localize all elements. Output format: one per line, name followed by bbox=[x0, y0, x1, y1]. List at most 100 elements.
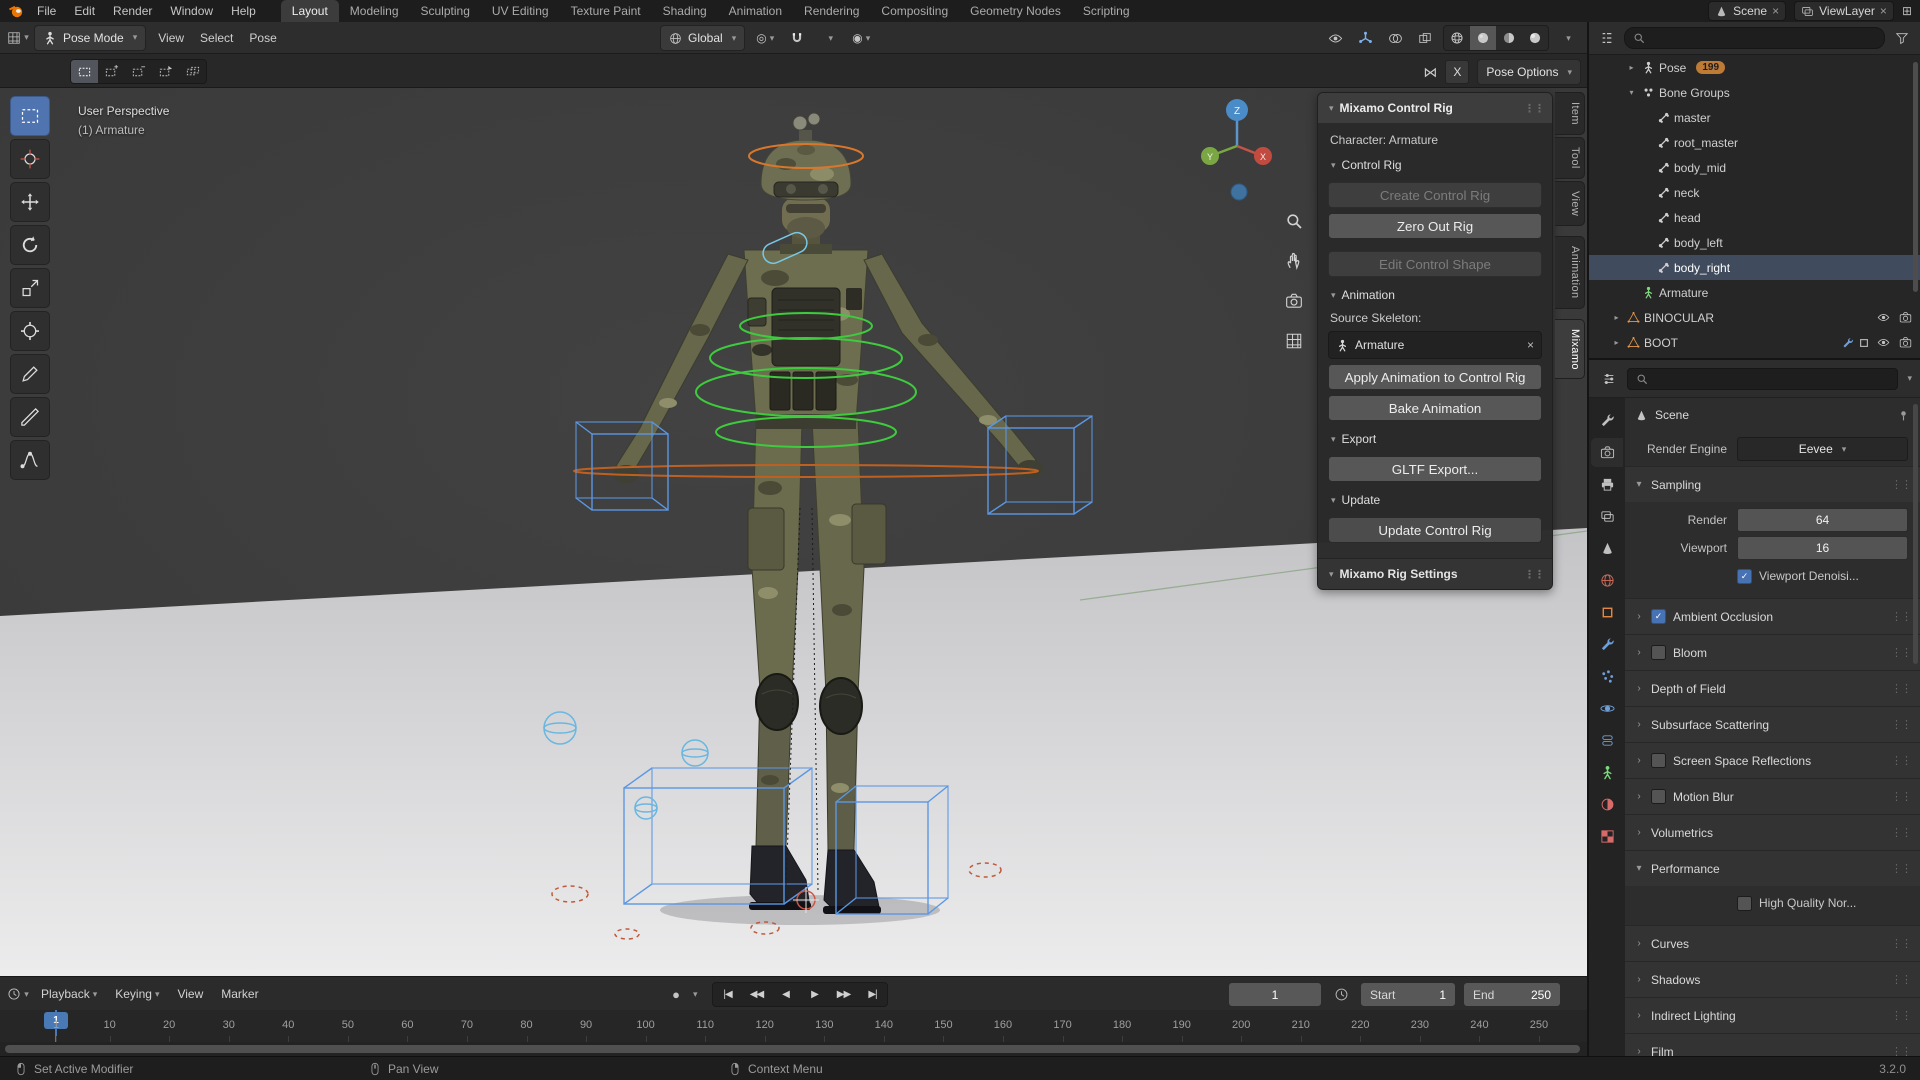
visibility-dropdown[interactable] bbox=[1323, 26, 1347, 50]
viewport-samples-field[interactable]: 16 bbox=[1737, 536, 1908, 560]
viewport-camera-button[interactable] bbox=[1279, 286, 1309, 316]
scene-unlink-button[interactable]: × bbox=[1772, 4, 1779, 18]
viewport-menu-pose[interactable]: Pose bbox=[241, 31, 284, 45]
eye-toggle[interactable] bbox=[1874, 309, 1892, 327]
control-rig-section-header[interactable]: ▾Control Rig bbox=[1328, 153, 1542, 177]
3d-viewport[interactable]: Z X Y User Perspective (1) Armature ▾ Mi… bbox=[0, 88, 1587, 976]
play-reverse-button[interactable]: ◀ bbox=[771, 983, 800, 1006]
sampling-panel-header[interactable]: ▾ Sampling ⋮⋮ bbox=[1625, 466, 1920, 502]
tool-move-button[interactable] bbox=[10, 182, 50, 222]
panel-grip-icon[interactable]: ⋮⋮ bbox=[1891, 1045, 1911, 1056]
render-engine-dropdown[interactable]: Eevee ▾ bbox=[1737, 437, 1908, 461]
ambient-occlusion-checkbox[interactable]: ✓ bbox=[1651, 609, 1666, 624]
proportional-editing-button[interactable]: ◉▾ bbox=[849, 26, 873, 50]
eye-toggle[interactable] bbox=[1874, 334, 1892, 352]
viewport-hand-button[interactable] bbox=[1279, 246, 1309, 276]
timeline-menu-marker[interactable]: Marker bbox=[212, 987, 267, 1001]
pin-icon[interactable] bbox=[1897, 409, 1910, 422]
outliner-search-input[interactable] bbox=[1624, 27, 1885, 49]
properties-tab-world[interactable] bbox=[1591, 566, 1623, 595]
outliner-editor-type-button[interactable] bbox=[1595, 26, 1619, 50]
tool-annotate-button[interactable] bbox=[10, 354, 50, 394]
overlays-button[interactable] bbox=[1383, 26, 1407, 50]
update-control-rig-button[interactable]: Update Control Rig bbox=[1328, 517, 1542, 543]
outliner-row-master[interactable]: master bbox=[1589, 105, 1920, 130]
shadows-panel-header[interactable]: ›Shadows⋮⋮ bbox=[1625, 961, 1920, 997]
panel-grip-icon[interactable]: ⋮⋮ bbox=[1524, 102, 1544, 115]
workspace-tab-shading[interactable]: Shading bbox=[652, 0, 718, 22]
sidebar-tab-animation[interactable]: Animation bbox=[1555, 236, 1585, 309]
pivot-point-button[interactable]: ◎▾ bbox=[753, 26, 777, 50]
film-panel-header[interactable]: ›Film⋮⋮ bbox=[1625, 1033, 1920, 1056]
timeline-menu-keying[interactable]: Keying▾ bbox=[106, 987, 168, 1001]
shading-rendered-button[interactable] bbox=[1522, 26, 1548, 50]
timeline-scroll-thumb[interactable] bbox=[5, 1045, 1580, 1053]
mode-dropdown[interactable]: Pose Mode ▾ bbox=[34, 25, 146, 51]
timeline-editor-type-button[interactable]: ▾ bbox=[6, 982, 30, 1006]
workspace-tab-compositing[interactable]: Compositing bbox=[870, 0, 959, 22]
workspace-tab-rendering[interactable]: Rendering bbox=[793, 0, 870, 22]
prev-keyframe-button[interactable]: ◀◀ bbox=[742, 983, 771, 1006]
workspace-tab-animation[interactable]: Animation bbox=[718, 0, 793, 22]
performance-panel-header[interactable]: ▾Performance⋮⋮ bbox=[1625, 850, 1920, 886]
expander-icon[interactable]: ▾ bbox=[1625, 88, 1638, 97]
ambient-occlusion-panel-header[interactable]: ›✓Ambient Occlusion⋮⋮ bbox=[1625, 598, 1920, 634]
axis-neg-z-ball[interactable] bbox=[1231, 184, 1247, 200]
shading-wireframe-button[interactable] bbox=[1444, 26, 1470, 50]
outliner-row-binocular[interactable]: ▸BINOCULAR bbox=[1589, 305, 1920, 330]
workspace-tab-sculpting[interactable]: Sculpting bbox=[410, 0, 481, 22]
screen-space-reflections-panel-header[interactable]: ›Screen Space Reflections⋮⋮ bbox=[1625, 742, 1920, 778]
panel-grip-icon[interactable]: ⋮⋮ bbox=[1891, 754, 1911, 767]
scene-selector[interactable]: Scene × bbox=[1708, 1, 1786, 21]
viewlayer-selector[interactable]: ViewLayer × bbox=[1794, 1, 1894, 21]
viewport-menu-view[interactable]: View bbox=[150, 31, 192, 45]
mirror-x-toggle[interactable]: X bbox=[1445, 60, 1469, 84]
properties-tab-modifiers[interactable] bbox=[1591, 630, 1623, 659]
apply-animation-button[interactable]: Apply Animation to Control Rig bbox=[1328, 364, 1542, 390]
expander-icon[interactable]: ▸ bbox=[1610, 313, 1623, 322]
motion-blur-checkbox[interactable] bbox=[1651, 789, 1666, 804]
properties-tab-scene[interactable] bbox=[1591, 534, 1623, 563]
source-skeleton-field[interactable]: Armature × bbox=[1328, 331, 1542, 359]
pose-options-dropdown[interactable]: Pose Options ▾ bbox=[1477, 59, 1581, 85]
workspace-tab-uv-editing[interactable]: UV Editing bbox=[481, 0, 560, 22]
mixamo-panel-header[interactable]: ▾ Mixamo Control Rig ⋮⋮ bbox=[1318, 93, 1552, 123]
frame-start-field[interactable]: Start 1 bbox=[1360, 982, 1456, 1007]
properties-tab-physics[interactable] bbox=[1591, 694, 1623, 723]
menu-render[interactable]: Render bbox=[104, 0, 161, 22]
properties-tab-render[interactable] bbox=[1591, 438, 1623, 467]
outliner-row-body-right[interactable]: body_right bbox=[1589, 255, 1920, 280]
shading-dropdown[interactable]: ▾ bbox=[1555, 26, 1579, 50]
workspace-tab-geometry-nodes[interactable]: Geometry Nodes bbox=[959, 0, 1072, 22]
curves-panel-header[interactable]: ›Curves⋮⋮ bbox=[1625, 925, 1920, 961]
select-invert-button[interactable] bbox=[152, 60, 179, 83]
blender-logo-icon[interactable] bbox=[4, 0, 28, 23]
outliner-row-armature[interactable]: Armature bbox=[1589, 280, 1920, 305]
properties-tab-object[interactable] bbox=[1591, 598, 1623, 627]
workspace-tab-modeling[interactable]: Modeling bbox=[339, 0, 410, 22]
timeline-menu-view[interactable]: View bbox=[168, 987, 212, 1001]
outliner-row-body-mid[interactable]: body_mid bbox=[1589, 155, 1920, 180]
zero-out-rig-button[interactable]: Zero Out Rig bbox=[1328, 213, 1542, 239]
panel-grip-icon[interactable]: ⋮⋮ bbox=[1891, 937, 1911, 950]
timeline-menu-playback[interactable]: Playback▾ bbox=[32, 987, 106, 1001]
animation-section-header[interactable]: ▾Animation bbox=[1328, 283, 1542, 307]
outliner-row-boot[interactable]: ▸BOOT bbox=[1589, 330, 1920, 355]
next-keyframe-button[interactable]: ▶▶ bbox=[829, 983, 858, 1006]
sidebar-tab-tool[interactable]: Tool bbox=[1555, 137, 1585, 179]
snapping-dropdown[interactable]: ▾ bbox=[817, 26, 841, 50]
panel-grip-icon[interactable]: ⋮⋮ bbox=[1891, 718, 1911, 731]
workspace-tab-scripting[interactable]: Scripting bbox=[1072, 0, 1141, 22]
volumetrics-panel-header[interactable]: ›Volumetrics⋮⋮ bbox=[1625, 814, 1920, 850]
panel-grip-icon[interactable]: ⋮⋮ bbox=[1891, 1009, 1911, 1022]
panel-grip-icon[interactable]: ⋮⋮ bbox=[1891, 682, 1911, 695]
transform-orientation-dropdown[interactable]: Global ▾ bbox=[660, 25, 745, 51]
current-frame-field[interactable]: 1 bbox=[1228, 982, 1322, 1007]
show-gizmo-button[interactable] bbox=[1353, 26, 1377, 50]
menu-window[interactable]: Window bbox=[161, 0, 222, 22]
expander-icon[interactable]: ▸ bbox=[1625, 63, 1638, 72]
outliner-row-neck[interactable]: neck bbox=[1589, 180, 1920, 205]
clear-source-button[interactable]: × bbox=[1527, 338, 1534, 352]
timeline-ruler[interactable]: 1 11020304050607080901001101201301401501… bbox=[0, 1010, 1587, 1042]
menu-edit[interactable]: Edit bbox=[65, 0, 104, 22]
